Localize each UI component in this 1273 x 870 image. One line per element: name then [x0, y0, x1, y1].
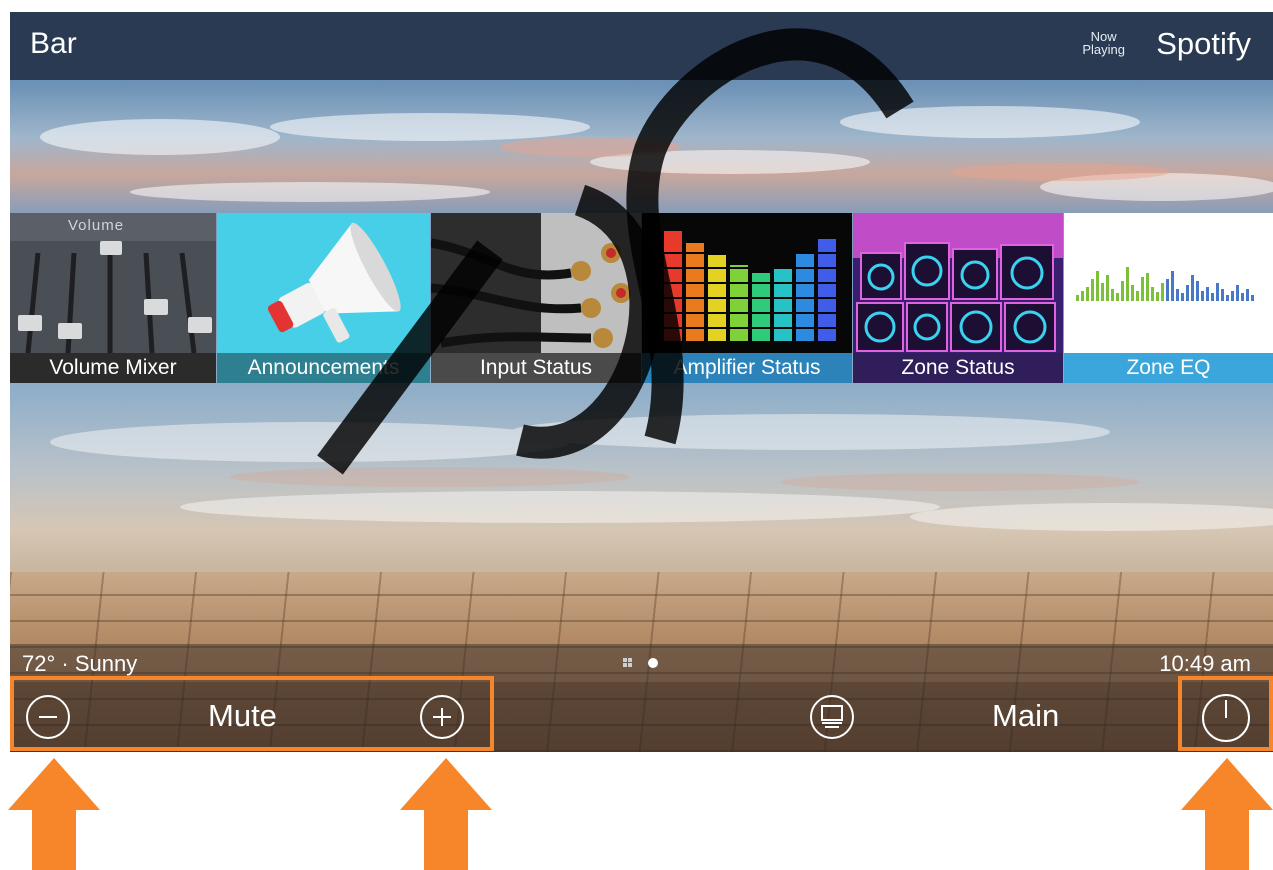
page-dot-active[interactable] — [648, 658, 658, 668]
arrow-up-icon — [400, 758, 492, 870]
now-playing-source[interactable]: Spotify — [1156, 26, 1251, 62]
tile-label: Zone EQ — [1064, 353, 1273, 383]
grid-page-icon[interactable] — [623, 658, 632, 667]
weather-readout: 72° · Sunny — [22, 651, 138, 676]
tile-volume-mixer[interactable]: Volume Volume Mixer — [10, 213, 216, 383]
source-select-button[interactable] — [810, 695, 854, 739]
arrow-up-icon — [1181, 758, 1273, 870]
tile-announcements[interactable]: Announcements — [217, 213, 430, 383]
tile-label: Zone Status — [853, 353, 1063, 383]
speaker-wall-icon — [853, 213, 1063, 353]
zone-group-label[interactable]: Main — [992, 698, 1059, 734]
clock: 10:49 am — [1159, 651, 1251, 676]
feature-tile-row: Volume Volume Mixer Announcements Input … — [10, 213, 1273, 383]
volume-controls-highlight — [10, 676, 494, 751]
tile-input-status[interactable]: Input Status — [431, 213, 641, 383]
volume-mixer-art — [10, 213, 216, 353]
page-indicator — [623, 658, 658, 668]
tile-label: Announcements — [217, 353, 430, 383]
touch-screen: Bar Now Playing Spotify Volume Volume Mi… — [10, 12, 1273, 752]
power-highlight — [1178, 676, 1273, 751]
tile-amplifier-status[interactable]: Amplifier Status — [642, 213, 852, 383]
arrow-up-icon — [8, 758, 100, 870]
tile-label: Volume Mixer — [10, 353, 216, 383]
eq-waveform-icon — [1064, 213, 1273, 353]
tile-art-text: Volume — [68, 217, 125, 234]
source-select-icon — [821, 705, 843, 728]
equalizer-bars-icon — [642, 213, 852, 353]
now-playing-line2: Playing — [1082, 42, 1125, 57]
tile-label: Amplifier Status — [642, 353, 852, 383]
megaphone-icon — [217, 213, 430, 353]
tile-zone-status[interactable]: Zone Status — [853, 213, 1063, 383]
tile-zone-eq[interactable]: Zone EQ — [1064, 213, 1273, 383]
audio-cables-icon — [431, 213, 641, 353]
now-playing-label: Now Playing — [1082, 30, 1125, 56]
zone-name[interactable]: Bar — [30, 27, 77, 61]
header-bar: Bar Now Playing Spotify — [10, 12, 1273, 80]
tile-label: Input Status — [431, 353, 641, 383]
